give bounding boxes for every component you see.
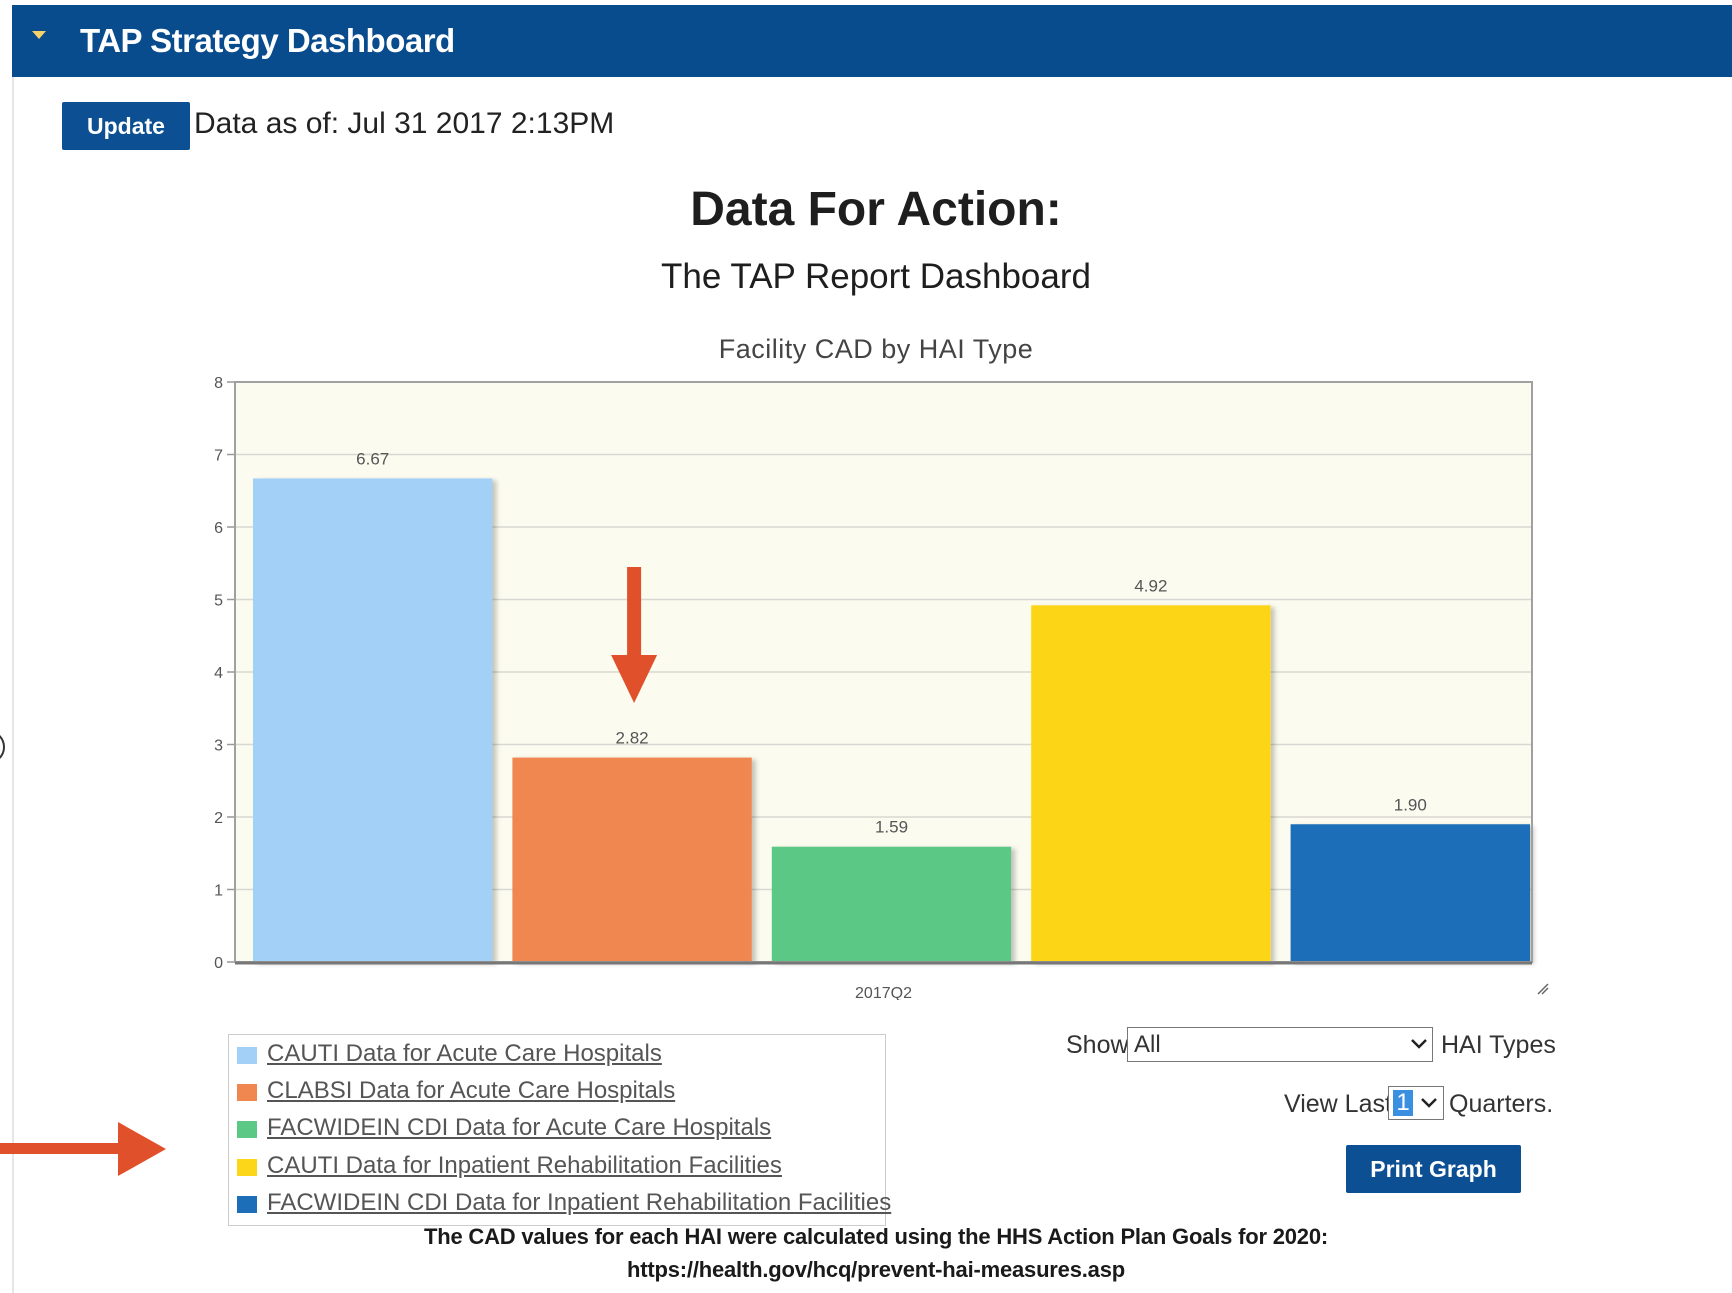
resize-grip-icon <box>1537 983 1549 995</box>
view-last-label: View Last <box>1284 1090 1392 1118</box>
y-tick-label: 8 <box>214 375 223 392</box>
footnote-url: https://health.gov/hcq/prevent-hai-measu… <box>627 1257 1125 1282</box>
bar <box>1031 605 1271 962</box>
y-tick-label: 2 <box>214 810 223 827</box>
legend-label[interactable]: FACWIDEIN CDI Data for Inpatient Rehabil… <box>267 1189 891 1217</box>
show-label: Show <box>1066 1031 1129 1059</box>
update-button[interactable]: Update <box>62 102 190 150</box>
data-label: 4.92 <box>1134 576 1167 595</box>
data-timestamp: Data as of: Jul 31 2017 2:13PM <box>194 107 615 140</box>
legend-swatch <box>237 1121 257 1138</box>
dashboard-title: TAP Strategy Dashboard <box>80 22 455 59</box>
data-label: 2.82 <box>616 729 649 748</box>
x-tick-label: 2017Q2 <box>855 985 912 1000</box>
chevron-down-icon <box>1411 1039 1427 1049</box>
y-tick-label: 4 <box>214 665 223 682</box>
quarters-label: Quarters. <box>1449 1090 1554 1118</box>
legend-swatch <box>237 1047 257 1064</box>
legend-label[interactable]: FACWIDEIN CDI Data for Acute Care Hospit… <box>267 1114 771 1142</box>
legend-label[interactable]: CAUTI Data for Inpatient Rehabilitation … <box>267 1152 782 1180</box>
chart-title: Facility CAD by HAI Type <box>718 334 1034 364</box>
caret-down-icon[interactable] <box>32 31 46 39</box>
y-tick-label: 7 <box>214 448 223 465</box>
quarters-select-value: 1 <box>1393 1090 1413 1116</box>
y-tick-label: 0 <box>214 955 223 972</box>
legend-label[interactable]: CLABSI Data for Acute Care Hospitals <box>267 1077 675 1105</box>
page-subtitle: The TAP Report Dashboard <box>661 257 1091 296</box>
data-label: 1.59 <box>875 818 908 837</box>
dashboard-header[interactable]: TAP Strategy Dashboard <box>12 5 1732 77</box>
page-title: Data For Action: <box>690 183 1062 236</box>
circle-fragment-icon <box>0 735 5 759</box>
arrow-icon <box>0 1122 166 1176</box>
arrow-icon <box>627 567 642 657</box>
legend-swatch <box>237 1084 257 1101</box>
y-tick-label: 1 <box>214 883 223 900</box>
legend-label[interactable]: CAUTI Data for Acute Care Hospitals <box>267 1040 662 1068</box>
bar <box>253 478 493 962</box>
chevron-down-icon <box>1421 1098 1437 1108</box>
bar-chart: 0 1 2 3 4 5 6 7 8 6.67 2.82 1.59 4.92 1.90 2017Q2 <box>214 375 1549 1000</box>
quarters-select[interactable]: 1 <box>1388 1086 1444 1120</box>
print-graph-button[interactable]: Print Graph <box>1346 1145 1521 1193</box>
footnote-text: The CAD values for each HAI were calcula… <box>424 1224 1328 1249</box>
bar <box>771 846 1012 962</box>
legend-swatch <box>237 1196 257 1213</box>
bar <box>512 757 752 962</box>
y-tick-label: 3 <box>214 738 223 755</box>
y-tick-label: 6 <box>214 520 223 537</box>
hai-type-select-value: All <box>1134 1031 1161 1058</box>
hai-types-label: HAI Types <box>1441 1031 1556 1059</box>
chart-legend: CAUTI Data for Acute Care Hospitals CLAB… <box>228 1034 891 1226</box>
bar <box>1290 824 1530 962</box>
data-label: 6.67 <box>356 449 389 468</box>
legend-swatch <box>237 1159 257 1176</box>
data-label: 1.90 <box>1394 795 1427 814</box>
y-tick-label: 5 <box>214 593 223 610</box>
hai-type-select[interactable]: All <box>1127 1027 1433 1062</box>
